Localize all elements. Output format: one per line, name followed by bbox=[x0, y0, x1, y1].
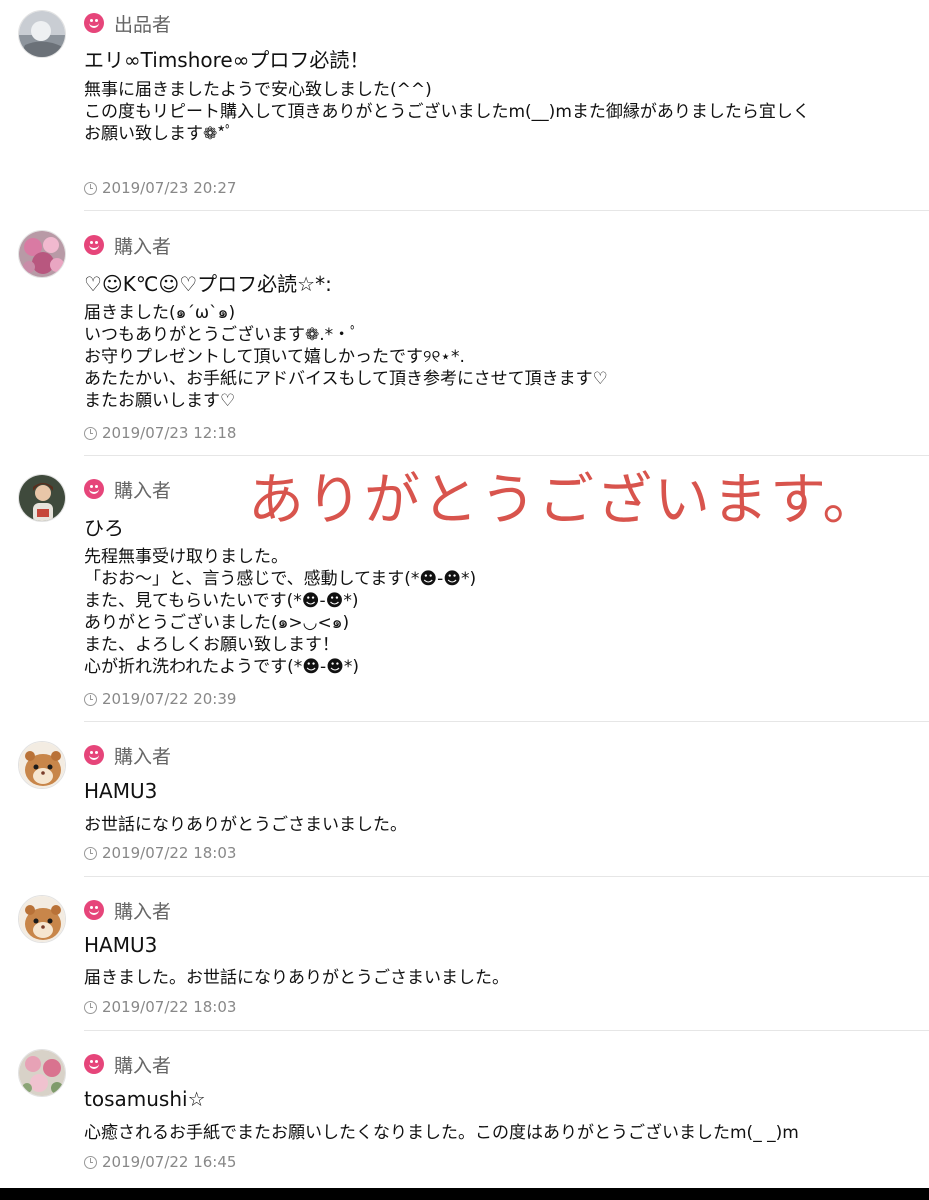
role-label: 購入者 bbox=[114, 900, 172, 923]
timestamp-row: 2019/07/22 18:03 bbox=[84, 997, 236, 1017]
smile-icon bbox=[84, 745, 104, 765]
user-name[interactable]: HAMU3 bbox=[84, 779, 157, 803]
timestamp: 2019/07/23 12:18 bbox=[102, 424, 237, 442]
divider bbox=[84, 876, 929, 877]
role-label: 購入者 bbox=[114, 1054, 172, 1077]
clock-icon bbox=[84, 426, 97, 440]
comment-body: お世話になりありがとうごさまいました。 bbox=[84, 815, 407, 835]
smile-icon bbox=[84, 13, 104, 33]
divider bbox=[84, 1030, 929, 1031]
role-row: 購入者 bbox=[84, 1052, 172, 1077]
clock-icon bbox=[84, 692, 97, 706]
timestamp-row: 2019/07/22 18:03 bbox=[84, 843, 236, 863]
bottom-bar bbox=[0, 1188, 929, 1200]
clock-icon bbox=[84, 181, 97, 195]
clock-icon bbox=[84, 1000, 97, 1014]
timestamp: 2019/07/22 18:03 bbox=[102, 998, 237, 1016]
timestamp-row: 2019/07/23 12:18 bbox=[84, 423, 236, 443]
user-name[interactable]: エリ∞Timshore∞プロフ必読！ bbox=[84, 44, 369, 73]
thank-you-overlay: ありがとうございます。 bbox=[248, 468, 881, 533]
user-name[interactable]: ♡☺K℃☺♡プロフ必読☆*: bbox=[84, 268, 332, 297]
comment-body: 無事に届きましたようで安心致しました(^^) この度もリピート購入して頂きありが… bbox=[84, 80, 810, 144]
clock-icon bbox=[84, 1155, 97, 1169]
hamster-avatar[interactable] bbox=[18, 895, 66, 943]
comment-body: 届きました(๑´ω`๑) いつもありがとうございます❁.*・ﾟ お守りプレゼント… bbox=[84, 303, 608, 411]
role-row: 出品者 bbox=[84, 11, 172, 36]
review-page: 出品者 エリ∞Timshore∞プロフ必読！ 無事に届きましたようで安心致しまし… bbox=[0, 0, 929, 1200]
timestamp-row: 2019/07/22 16:45 bbox=[84, 1152, 236, 1172]
role-row: 購入者 bbox=[84, 743, 172, 768]
divider bbox=[84, 210, 929, 211]
role-row: 購入者 bbox=[84, 233, 172, 258]
user-name[interactable]: tosamushi☆ bbox=[84, 1087, 206, 1111]
timestamp: 2019/07/22 16:45 bbox=[102, 1153, 237, 1171]
user-name[interactable]: ひろ bbox=[84, 512, 124, 541]
comment-body: 心癒されるお手紙でまたお願いしたくなりました。この度はありがとうございましたm(… bbox=[84, 1123, 799, 1143]
role-label: 購入者 bbox=[114, 479, 172, 502]
smile-icon bbox=[84, 479, 104, 499]
role-row: 購入者 bbox=[84, 477, 172, 502]
seller-avatar[interactable] bbox=[18, 10, 66, 58]
timestamp: 2019/07/23 20:27 bbox=[102, 179, 237, 197]
user-name[interactable]: HAMU3 bbox=[84, 933, 157, 957]
role-label: 出品者 bbox=[114, 13, 172, 36]
divider bbox=[84, 721, 929, 722]
timestamp: 2019/07/22 18:03 bbox=[102, 844, 237, 862]
comment-body: 先程無事受け取りました。 「おお〜」と、言う感じで、感動してます(*☻-☻*) … bbox=[84, 547, 477, 677]
timestamp-row: 2019/07/23 20:27 bbox=[84, 178, 236, 198]
timestamp: 2019/07/22 20:39 bbox=[102, 690, 237, 708]
role-label: 購入者 bbox=[114, 235, 172, 258]
flower-pink-avatar[interactable] bbox=[18, 1049, 66, 1097]
flower-avatar[interactable] bbox=[18, 230, 66, 278]
role-label: 購入者 bbox=[114, 745, 172, 768]
comment-body: 届きました。お世話になりありがとうごさまいました。 bbox=[84, 968, 509, 988]
timestamp-row: 2019/07/22 20:39 bbox=[84, 689, 236, 709]
role-row: 購入者 bbox=[84, 898, 172, 923]
smile-icon bbox=[84, 1054, 104, 1074]
hamster-avatar[interactable] bbox=[18, 741, 66, 789]
smile-icon bbox=[84, 900, 104, 920]
clock-icon bbox=[84, 846, 97, 860]
person-avatar[interactable] bbox=[18, 474, 66, 522]
smile-icon bbox=[84, 235, 104, 255]
